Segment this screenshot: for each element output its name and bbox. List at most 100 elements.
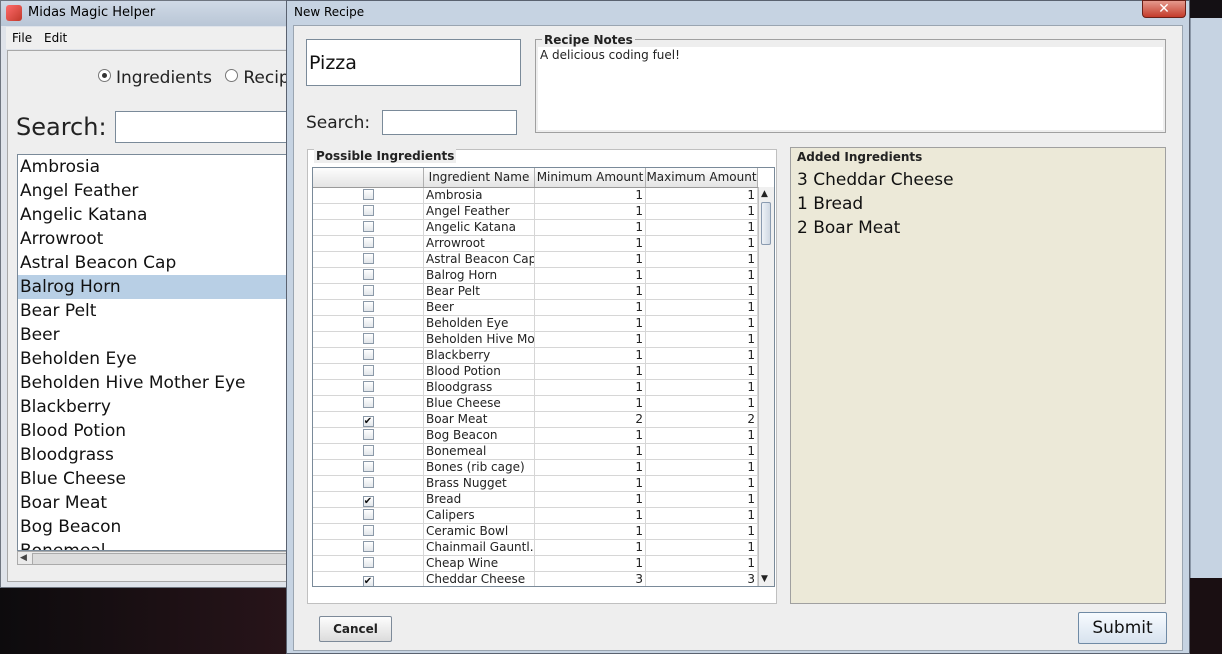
table-row[interactable]: Angelic Katana 1 1 [313,220,758,236]
scroll-left-icon[interactable]: ◀ [20,553,27,563]
table-row[interactable]: ✔ Bread 1 1 [313,492,758,508]
table-row[interactable]: Beholden Hive Mo... 1 1 [313,332,758,348]
list-item[interactable]: Angelic Katana [18,203,308,227]
maximum-amount-cell[interactable]: 1 [646,300,758,316]
table-row[interactable]: Bog Beacon 1 1 [313,428,758,444]
minimum-amount-cell[interactable]: 1 [535,524,646,540]
recipe-name-input[interactable]: Pizza [306,39,521,86]
table-row[interactable]: Ceramic Bowl 1 1 [313,524,758,540]
minimum-amount-cell[interactable]: 1 [535,284,646,300]
list-item[interactable]: Ambrosia [18,155,308,179]
checkbox-unchecked[interactable] [362,253,374,264]
minimum-amount-cell[interactable]: 1 [535,508,646,524]
maximum-amount-cell[interactable]: 1 [646,524,758,540]
checkbox-unchecked[interactable] [362,541,374,552]
checkbox-unchecked[interactable] [362,285,374,296]
maximum-amount-cell[interactable]: 1 [646,444,758,460]
main-search-input[interactable] [115,111,305,143]
minimum-amount-cell[interactable]: 1 [535,236,646,252]
checkbox-unchecked[interactable] [362,445,374,456]
minimum-amount-cell[interactable]: 2 [535,412,646,428]
table-row[interactable]: Bonemeal 1 1 [313,444,758,460]
cancel-button[interactable]: Cancel [319,616,392,642]
close-button[interactable]: ✕ [1142,0,1186,18]
maximum-amount-cell[interactable]: 1 [646,204,758,220]
minimum-amount-cell[interactable]: 1 [535,188,646,204]
checkbox-unchecked[interactable] [362,477,374,488]
minimum-amount-cell[interactable]: 1 [535,380,646,396]
minimum-amount-cell[interactable]: 1 [535,556,646,572]
minimum-amount-cell[interactable]: 1 [535,460,646,476]
maximum-amount-cell[interactable]: 1 [646,188,758,204]
maximum-amount-cell[interactable]: 1 [646,396,758,412]
table-row[interactable]: Beholden Eye 1 1 [313,316,758,332]
minimum-amount-cell[interactable]: 1 [535,252,646,268]
table-row[interactable]: Balrog Horn 1 1 [313,268,758,284]
maximum-amount-cell[interactable]: 1 [646,252,758,268]
checkbox-unchecked[interactable] [362,333,374,344]
maximum-amount-cell[interactable]: 1 [646,508,758,524]
maximum-amount-cell[interactable]: 1 [646,236,758,252]
list-item[interactable]: Beholden Hive Mother Eye [18,371,308,395]
list-item[interactable]: Bonemeal [18,539,308,550]
minimum-amount-cell[interactable]: 1 [535,268,646,284]
list-item[interactable]: Arrowroot [18,227,308,251]
table-row[interactable]: Ambrosia 1 1 [313,188,758,204]
menu-edit[interactable]: Edit [44,31,67,45]
table-row[interactable]: Bloodgrass 1 1 [313,380,758,396]
radio-ingredients[interactable]: Ingredients [98,68,212,88]
table-row[interactable]: Chainmail Gauntl... 1 1 [313,540,758,556]
list-item[interactable]: Beer [18,323,308,347]
column-header-name[interactable]: Ingredient Name [424,168,535,187]
maximum-amount-cell[interactable]: 1 [646,540,758,556]
main-window-titlebar[interactable]: Midas Magic Helper [1,1,299,26]
table-vertical-scrollbar[interactable]: ▲ ▼ [758,187,774,586]
maximum-amount-cell[interactable]: 1 [646,332,758,348]
list-item[interactable]: Bloodgrass [18,443,308,467]
checkbox-unchecked[interactable] [362,429,374,440]
list-item[interactable]: Blue Cheese [18,467,308,491]
maximum-amount-cell[interactable]: 1 [646,268,758,284]
maximum-amount-cell[interactable]: 2 [646,412,758,428]
column-header-max[interactable]: Maximum Amount [646,168,758,187]
list-item[interactable]: Beholden Eye [18,347,308,371]
table-row[interactable]: ✔ Cheddar Cheese 3 3 [313,572,758,586]
checkbox-unchecked[interactable] [362,349,374,360]
list-item[interactable]: Boar Meat [18,491,308,515]
checkbox-unchecked[interactable] [362,317,374,328]
added-ingredient-item[interactable]: 2 Boar Meat [797,216,954,240]
list-item[interactable]: Blood Potion [18,419,308,443]
minimum-amount-cell[interactable]: 1 [535,332,646,348]
list-item[interactable]: Bear Pelt [18,299,308,323]
list-item[interactable]: Balrog Horn [18,275,308,299]
ingredient-list[interactable]: Ambrosia Angel Feather Angelic Katana Arrow… [17,154,309,551]
maximum-amount-cell[interactable]: 1 [646,348,758,364]
list-item[interactable]: Astral Beacon Cap [18,251,308,275]
table-row[interactable]: Arrowroot 1 1 [313,236,758,252]
table-row[interactable]: Beer 1 1 [313,300,758,316]
added-ingredients-list[interactable]: 3 Cheddar Cheese 1 Bread 2 Boar Meat [797,168,954,240]
checkbox-unchecked[interactable] [362,365,374,376]
minimum-amount-cell[interactable]: 1 [535,220,646,236]
maximum-amount-cell[interactable]: 1 [646,476,758,492]
minimum-amount-cell[interactable]: 1 [535,348,646,364]
table-row[interactable]: Angel Feather 1 1 [313,204,758,220]
list-item[interactable]: Angel Feather [18,179,308,203]
checkbox-checked[interactable]: ✔ [362,576,374,586]
column-header-select[interactable] [313,168,424,187]
submit-button[interactable]: Submit [1078,612,1167,644]
menu-file[interactable]: File [12,31,32,45]
maximum-amount-cell[interactable]: 1 [646,380,758,396]
table-row[interactable]: ✔ Boar Meat 2 2 [313,412,758,428]
dialog-search-input[interactable] [382,110,517,135]
table-row[interactable]: Blood Potion 1 1 [313,364,758,380]
maximum-amount-cell[interactable]: 1 [646,492,758,508]
checkbox-unchecked[interactable] [362,301,374,312]
scrollbar-thumb[interactable] [761,202,771,245]
recipe-notes-textarea[interactable]: A delicious coding fuel! [538,47,1163,130]
minimum-amount-cell[interactable]: 3 [535,572,646,586]
checkbox-unchecked[interactable] [362,509,374,520]
table-row[interactable]: Bear Pelt 1 1 [313,284,758,300]
added-ingredient-item[interactable]: 3 Cheddar Cheese [797,168,954,192]
minimum-amount-cell[interactable]: 1 [535,444,646,460]
